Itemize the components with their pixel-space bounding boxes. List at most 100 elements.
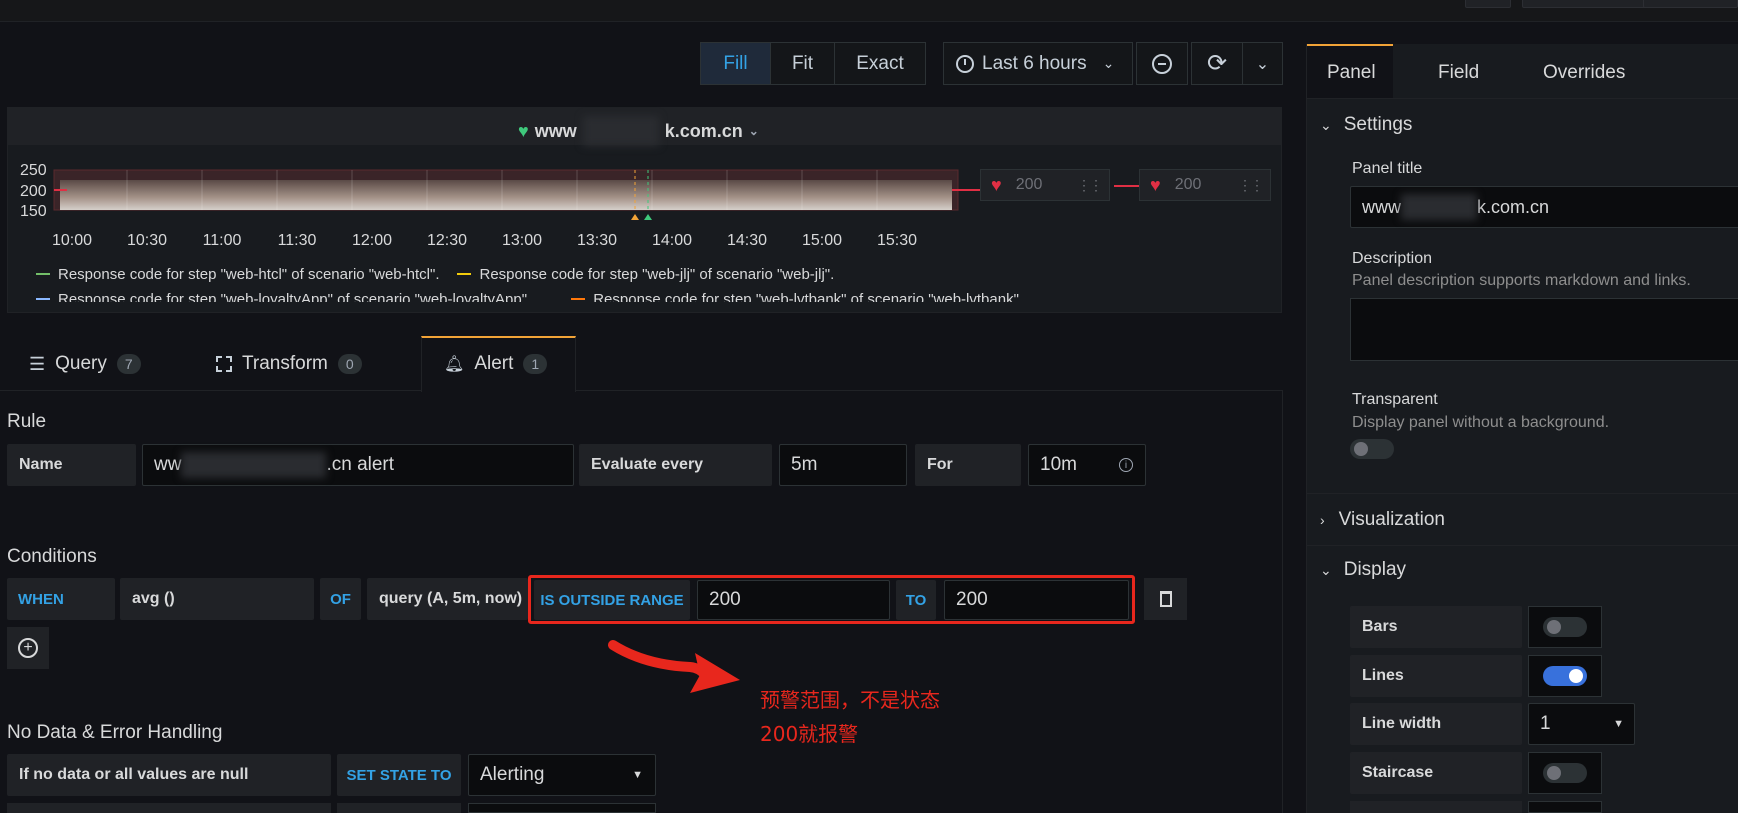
chevron-down-icon: ⌄: [1320, 561, 1332, 578]
threshold-handle[interactable]: ♥ 200 ⋮⋮: [980, 169, 1110, 201]
top-toolbar-button[interactable]: [1643, 0, 1738, 8]
svg-text:12:30: 12:30: [427, 232, 467, 249]
name-label: Name: [7, 444, 136, 486]
legend-item[interactable]: Response code for step "web-htcl" of sce…: [36, 266, 439, 283]
display-section-header[interactable]: ⌄ Display: [1320, 559, 1406, 581]
caret-down-icon: ▼: [632, 769, 643, 781]
of-keyword: OF: [320, 578, 361, 620]
legend-item[interactable]: Response code for step "web-loyaltyApp" …: [36, 291, 531, 302]
exact-button[interactable]: Exact: [834, 42, 926, 85]
settings-section-header[interactable]: ⌄ Settings: [1320, 114, 1412, 136]
svg-text:13:00: 13:00: [502, 232, 542, 249]
evaluate-every-input[interactable]: 5m: [779, 444, 907, 486]
y-axis-ticks: 250 200 150: [20, 162, 47, 220]
panel-title[interactable]: ♥ www k.com.cn ⌄: [518, 116, 759, 146]
reducer-select[interactable]: avg (): [120, 578, 314, 620]
zoom-out-button[interactable]: [1136, 42, 1188, 85]
transparent-help: Display panel without a background.: [1352, 414, 1610, 431]
svg-text:15:30: 15:30: [877, 232, 917, 249]
staircase-toggle[interactable]: [1543, 763, 1587, 783]
time-range-picker[interactable]: Last 6 hours ⌄: [943, 42, 1133, 85]
heart-icon: ♥: [518, 120, 529, 141]
line-width-select[interactable]: 1 ▼: [1528, 703, 1635, 745]
refresh-icon: ⟳: [1206, 50, 1228, 77]
fit-button[interactable]: Fit: [770, 42, 835, 85]
chevron-down-icon: ⌄: [1102, 55, 1115, 71]
bell-icon: 🔔︎: [444, 356, 465, 373]
tab-overrides[interactable]: Overrides: [1543, 62, 1625, 84]
fill-button[interactable]: Fill: [700, 42, 771, 85]
transparent-toggle[interactable]: [1350, 439, 1394, 459]
redacted-blur: [181, 452, 327, 478]
svg-text:11:30: 11:30: [278, 232, 317, 249]
chevron-down-icon: ⌄: [748, 124, 759, 138]
visualization-section-header[interactable]: › Visualization: [1320, 509, 1445, 531]
drag-handle-icon[interactable]: ⋮⋮: [1077, 177, 1103, 194]
top-toolbar-button[interactable]: [1522, 0, 1662, 8]
panel-title-input[interactable]: www k.com.cn: [1350, 186, 1738, 228]
drag-handle-icon[interactable]: ⋮⋮: [1238, 177, 1264, 194]
query-select[interactable]: query (A, 5m, now): [367, 578, 528, 620]
threshold-handle[interactable]: ♥ 200 ⋮⋮: [1139, 169, 1271, 201]
conditions-heading: Conditions: [7, 546, 97, 567]
delete-condition-button[interactable]: [1144, 578, 1187, 620]
add-condition-button[interactable]: +: [7, 627, 49, 669]
description-help: Panel description supports markdown and …: [1352, 272, 1691, 289]
evaluator-select[interactable]: IS OUTSIDE RANGE: [534, 580, 690, 620]
refresh-interval-dropdown[interactable]: ⌄: [1242, 42, 1283, 85]
to-keyword: TO: [896, 580, 936, 620]
legend-item[interactable]: Response code for step "web-lvtbank" of …: [571, 291, 1023, 302]
staircase-label: Staircase: [1350, 752, 1522, 794]
caret-down-icon: ▼: [1613, 718, 1624, 730]
svg-text:13:30: 13:30: [577, 232, 617, 249]
annotation-text: 预警范围，不是状态 200就报警: [760, 688, 940, 746]
for-label: For: [915, 444, 1021, 486]
svg-text:10:30: 10:30: [127, 232, 167, 249]
redacted-blur: [582, 116, 659, 146]
time-range-label: Last 6 hours: [982, 52, 1087, 74]
x-axis-ticks: 10:00 10:30 11:00 11:30 12:00 12:30 13:0…: [52, 232, 917, 249]
chevron-right-icon: ›: [1320, 512, 1325, 528]
info-icon[interactable]: i: [1119, 458, 1133, 472]
annotation-arrow: [608, 640, 740, 693]
description-textarea[interactable]: [1350, 298, 1738, 361]
svg-text:14:00: 14:00: [652, 232, 692, 249]
set-state-keyword: SET STATE TO: [337, 754, 461, 796]
chevron-down-icon: ⌄: [1255, 55, 1270, 73]
y-tick: 250: [20, 162, 47, 179]
y-tick: 150: [20, 203, 47, 220]
bars-toggle[interactable]: [1543, 617, 1587, 637]
lines-label: Lines: [1350, 655, 1522, 697]
top-toolbar-button[interactable]: [1465, 0, 1511, 8]
tab-query[interactable]: ☰ Query 7: [29, 352, 141, 376]
legend: Response code for step "web-htcl" of sce…: [36, 264, 1276, 302]
nodata-state-select[interactable]: Alerting ▼: [468, 754, 656, 796]
refresh-button[interactable]: ⟳: [1191, 42, 1243, 85]
transparent-label: Transparent: [1352, 391, 1438, 408]
svg-text:14:30: 14:30: [727, 232, 767, 249]
broken-heart-icon: ♥: [1150, 174, 1161, 195]
zoom-out-icon: [1152, 53, 1172, 74]
range-to-input[interactable]: 200: [944, 580, 1129, 620]
nodata-heading: No Data & Error Handling: [7, 722, 223, 743]
alert-name-input[interactable]: ww .cn alert: [142, 444, 574, 486]
tab-panel[interactable]: Panel: [1327, 62, 1376, 84]
range-from-input[interactable]: 200: [697, 580, 890, 620]
tab-alert[interactable]: 🔔︎ Alert 1: [444, 352, 548, 376]
for-input[interactable]: 10m i: [1028, 444, 1146, 486]
lines-toggle[interactable]: [1543, 666, 1587, 686]
alert-count-badge: 1: [523, 354, 548, 374]
when-keyword: WHEN: [7, 578, 115, 620]
line-width-label: Line width: [1350, 703, 1522, 745]
svg-text:11:00: 11:00: [203, 232, 242, 249]
redacted-blur: [1401, 194, 1477, 220]
panel-title-label: Panel title: [1352, 160, 1423, 177]
legend-item[interactable]: Response code for step "web-jlj" of scen…: [457, 266, 834, 283]
query-count-badge: 7: [116, 354, 141, 374]
nodata-label: If no data or all values are null: [7, 754, 331, 796]
tab-field[interactable]: Field: [1438, 62, 1479, 84]
svg-text:12:00: 12:00: [352, 232, 392, 249]
tab-transform[interactable]: Transform 0: [216, 352, 362, 376]
broken-heart-icon: ♥: [991, 174, 1002, 195]
bars-label: Bars: [1350, 606, 1522, 648]
